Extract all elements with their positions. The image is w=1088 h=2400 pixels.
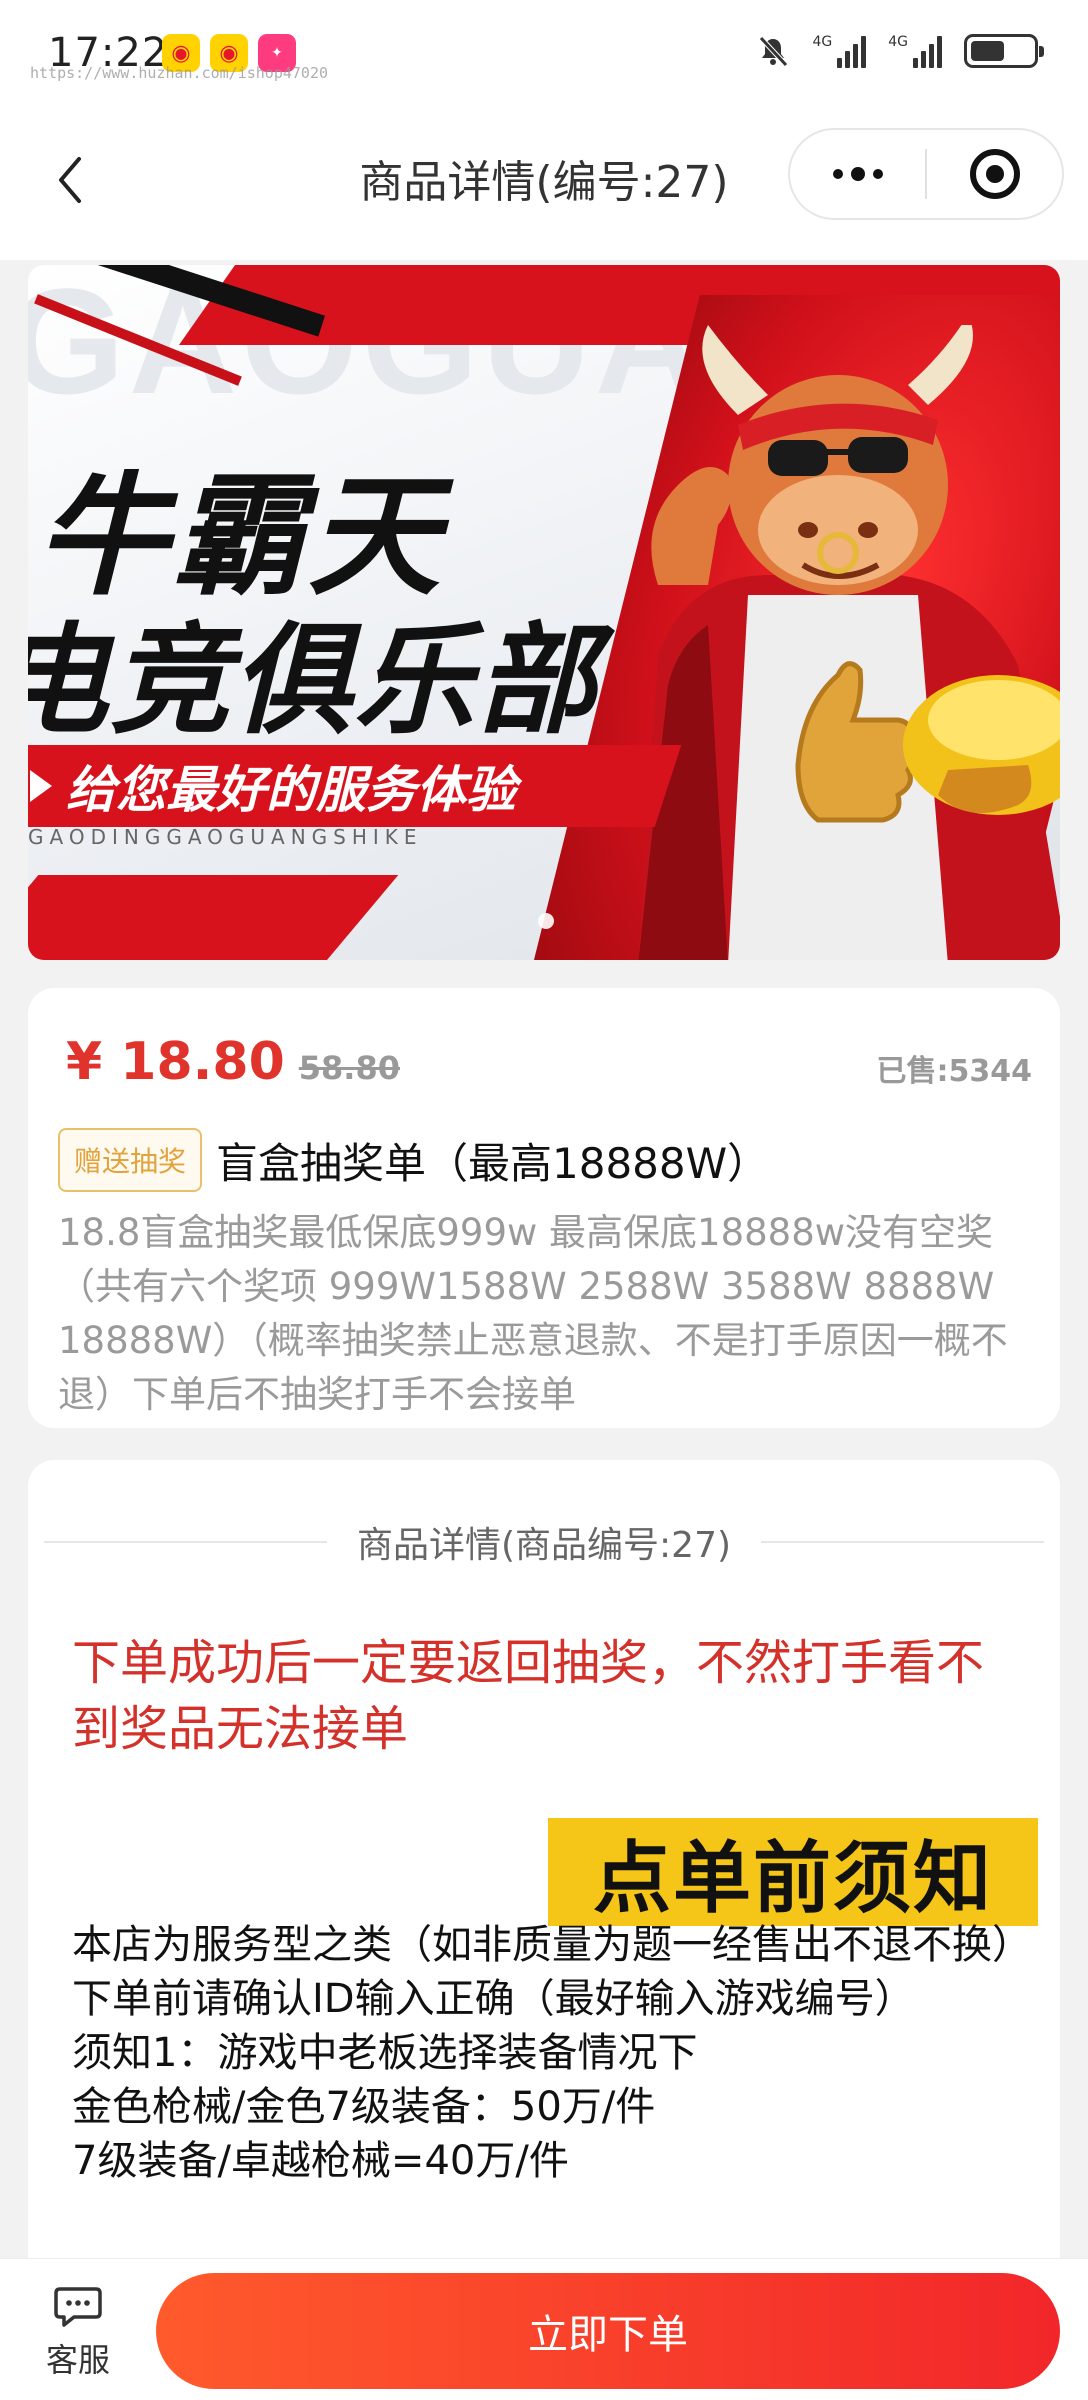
target-icon — [969, 149, 1020, 199]
product-title-row: 赠送抽奖 盲盒抽奖单（最高18888W） — [58, 1128, 1030, 1192]
banner-red-corner — [28, 875, 399, 960]
customer-service-button[interactable]: 客服 — [38, 2285, 118, 2381]
details-section-title: 商品详情(商品编号:27) — [356, 1525, 732, 1566]
product-info-card: ¥ 18.80 58.80 已售:5344 赠送抽奖 盲盒抽奖单（最高18888… — [28, 988, 1060, 1428]
details-line: 7级装备/卓越枪械=40万/件 — [72, 2138, 569, 2184]
product-title: 盲盒抽奖单（最高18888W） — [216, 1138, 770, 1188]
current-price: ¥ 18.80 — [66, 1032, 285, 1092]
navigation-bar: 商品详情(编号:27) — [0, 110, 1088, 260]
red-notice: 下单成功后一定要返回抽奖，不然打手看不到奖品无法接单 — [72, 1635, 985, 1757]
bottom-action-bar: 客服 立即下单 — [0, 2258, 1088, 2400]
banner-subtitle: GAODINGGAOGUANGSHIKE — [28, 825, 423, 849]
product-description: 18.8盲盒抽奖最低保底999w 最高保底18888w没有空奖（共有六个奖项 9… — [58, 1211, 1008, 1416]
carousel-indicator[interactable] — [538, 913, 554, 929]
close-mini-program-button[interactable] — [927, 130, 1062, 218]
battery-icon — [964, 34, 1044, 68]
details-section-header: 商品详情(商品编号:27) — [28, 1516, 1060, 1568]
details-line: 金色枪械/金色7级装备：50万/件 — [72, 2084, 656, 2130]
banner-title-line2: 电竞俱乐部 — [28, 612, 598, 751]
status-indicators: 4G 4G — [756, 34, 1044, 68]
divider-line — [44, 1541, 327, 1543]
price-row: ¥ 18.80 58.80 — [66, 1032, 400, 1092]
customer-service-label: 客服 — [45, 2341, 110, 2379]
sold-count: 已售:5344 — [876, 1054, 1033, 1089]
play-arrow-icon — [30, 770, 52, 802]
product-banner[interactable]: GAOGUANGSHI 牛霸天 电竞俱乐部 — [28, 265, 1060, 960]
banner-slogan: 给您最好的服务体验 — [28, 745, 648, 827]
url-watermark: https://www.huzhan.com/ishop47020 — [30, 64, 329, 82]
original-price: 58.80 — [298, 1049, 400, 1087]
signal-icon: 4G — [888, 34, 942, 68]
gift-lottery-badge: 赠送抽奖 — [58, 1128, 203, 1192]
more-button[interactable] — [790, 130, 925, 218]
mini-program-capsule — [788, 128, 1064, 220]
details-line: 本店为服务型之类（如非质量为题一经售出不退不换）下单前请确认ID输入正确（最好输… — [72, 1922, 1012, 2022]
details-line: 须知1：游戏中老板选择装备情况下 — [72, 2030, 698, 2076]
mute-bell-icon — [759, 36, 789, 67]
divider-line — [761, 1541, 1044, 1543]
bull-mascot-image — [638, 325, 1060, 960]
signal-icon: 4G — [812, 34, 867, 68]
more-dots-icon — [832, 167, 883, 181]
order-notice-badge: 点单前须知 — [548, 1818, 1038, 1926]
chat-bubble-icon — [54, 2287, 102, 2327]
order-now-button[interactable]: 立即下单 — [156, 2273, 1060, 2389]
banner-slogan-text: 给您最好的服务体验 — [66, 761, 516, 819]
status-bar: 17:22 ◉ ◉ ✦ https://www.huzhan.com/ishop… — [0, 0, 1088, 110]
details-body: 本店为服务型之类（如非质量为题一经售出不退不换）下单前请确认ID输入正确（最好输… — [72, 1918, 1024, 2188]
